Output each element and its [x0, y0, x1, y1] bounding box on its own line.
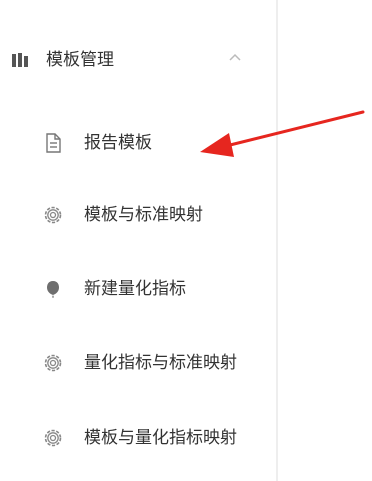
sidebar-divider: [276, 0, 278, 481]
balloon-icon: [47, 281, 59, 298]
sidebar-item-label: 模板与量化指标映射: [84, 428, 237, 448]
sidebar-item-template-indicator-mapping[interactable]: 模板与量化指标映射: [0, 416, 277, 460]
menu-group-template-management[interactable]: 模板管理: [0, 38, 277, 82]
menu-group-title: 模板管理: [46, 50, 114, 70]
sidebar-item-template-standard-mapping[interactable]: 模板与标准映射: [0, 193, 277, 237]
sidebar-item-report-template[interactable]: 报告模板: [0, 121, 277, 165]
gear-icon: [44, 429, 62, 447]
bar-chart-icon: [12, 53, 28, 67]
sidebar-item-label: 量化指标与标准映射: [84, 353, 237, 373]
sidebar-item-label: 新建量化指标: [84, 279, 186, 299]
sidebar-item-label: 报告模板: [84, 133, 152, 153]
sidebar-item-new-quantitative-indicator[interactable]: 新建量化指标: [0, 267, 277, 311]
document-icon: [46, 133, 61, 153]
sidebar-menu: 模板管理 报告模板 模板与标准映射 新建量化指标 量化指标与标准映射 模板与量化…: [0, 0, 277, 481]
sidebar-item-label: 模板与标准映射: [84, 205, 203, 225]
sidebar-item-indicator-standard-mapping[interactable]: 量化指标与标准映射: [0, 341, 277, 385]
chevron-up-icon[interactable]: [228, 52, 242, 62]
gear-icon: [44, 354, 62, 372]
gear-icon: [44, 206, 62, 224]
